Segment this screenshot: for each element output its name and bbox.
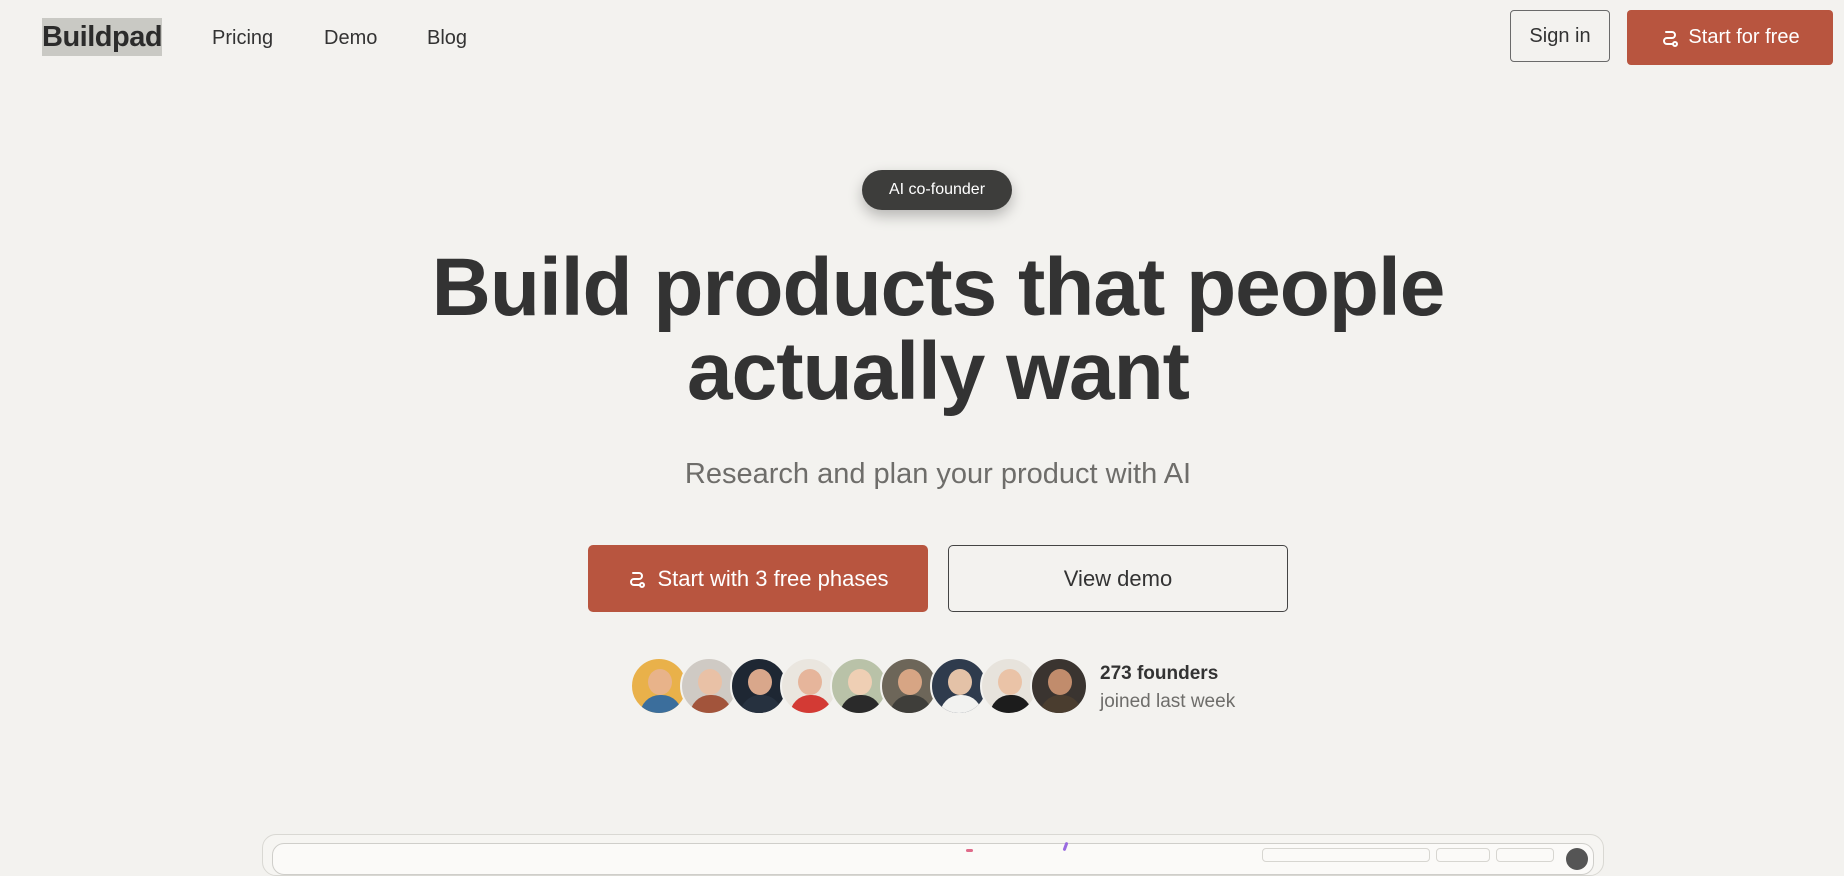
- avatar-body: [840, 695, 882, 713]
- avatar-body: [1040, 695, 1082, 713]
- avatar-head: [698, 669, 722, 695]
- cta-secondary-label: View demo: [1063, 565, 1173, 591]
- start-for-free-label: Start for free: [1688, 26, 1800, 48]
- avatar-body: [640, 695, 682, 713]
- hero-headline-line1: Build products that people: [431, 242, 1446, 333]
- avatar-head: [848, 669, 872, 695]
- avatar-head: [748, 669, 772, 695]
- cta-primary-label: Start with 3 free phases: [657, 565, 889, 591]
- preview-toolbar-button: [1436, 848, 1490, 862]
- nav-link-demo[interactable]: Demo: [324, 26, 377, 50]
- avatar-head: [998, 669, 1022, 695]
- view-demo-button[interactable]: View demo: [948, 545, 1288, 612]
- preview-toolbar-field: [1262, 848, 1430, 862]
- avatar-body: [990, 695, 1032, 713]
- founders-text: joined last week: [1100, 691, 1236, 712]
- avatar-head: [948, 669, 972, 695]
- avatar-body: [740, 695, 782, 713]
- founders-count: 273 founders: [1100, 663, 1219, 684]
- sign-in-label: Sign in: [1529, 24, 1591, 47]
- preview-decoration: [966, 849, 973, 852]
- preview-toolbar-button: [1496, 848, 1554, 862]
- avatar-body: [790, 695, 832, 713]
- hero-badge: AI co-founder: [862, 170, 1012, 210]
- logo[interactable]: Buildpad: [42, 18, 163, 56]
- avatar-head: [798, 669, 822, 695]
- start-with-free-phases-button[interactable]: Start with 3 free phases: [588, 545, 928, 612]
- avatar-head: [648, 669, 672, 695]
- avatar-head: [898, 669, 922, 695]
- preview-avatar: [1566, 848, 1588, 870]
- avatar: [1030, 657, 1088, 715]
- hero-badge-label: AI co-founder: [888, 181, 986, 198]
- avatar-head: [1048, 669, 1072, 695]
- nav-link-blog[interactable]: Blog: [427, 26, 467, 50]
- avatar-body: [940, 695, 982, 713]
- nav-link-pricing[interactable]: Pricing: [212, 26, 273, 50]
- hero-subtitle: Research and plan your product with AI: [684, 458, 1192, 490]
- hero-headline-line2: actually want: [687, 326, 1190, 417]
- hero-headline: Build products that people actually want: [0, 246, 1844, 414]
- link-icon: [630, 571, 646, 588]
- link-icon: [1663, 30, 1679, 47]
- top-navbar: Buildpad Pricing Demo Blog Sign in Start…: [0, 0, 1844, 76]
- sign-in-button[interactable]: Sign in: [1510, 10, 1610, 62]
- avatar-body: [890, 695, 932, 713]
- avatar-body: [690, 695, 732, 713]
- founder-avatars: [630, 657, 1090, 717]
- start-for-free-button[interactable]: Start for free: [1627, 10, 1833, 65]
